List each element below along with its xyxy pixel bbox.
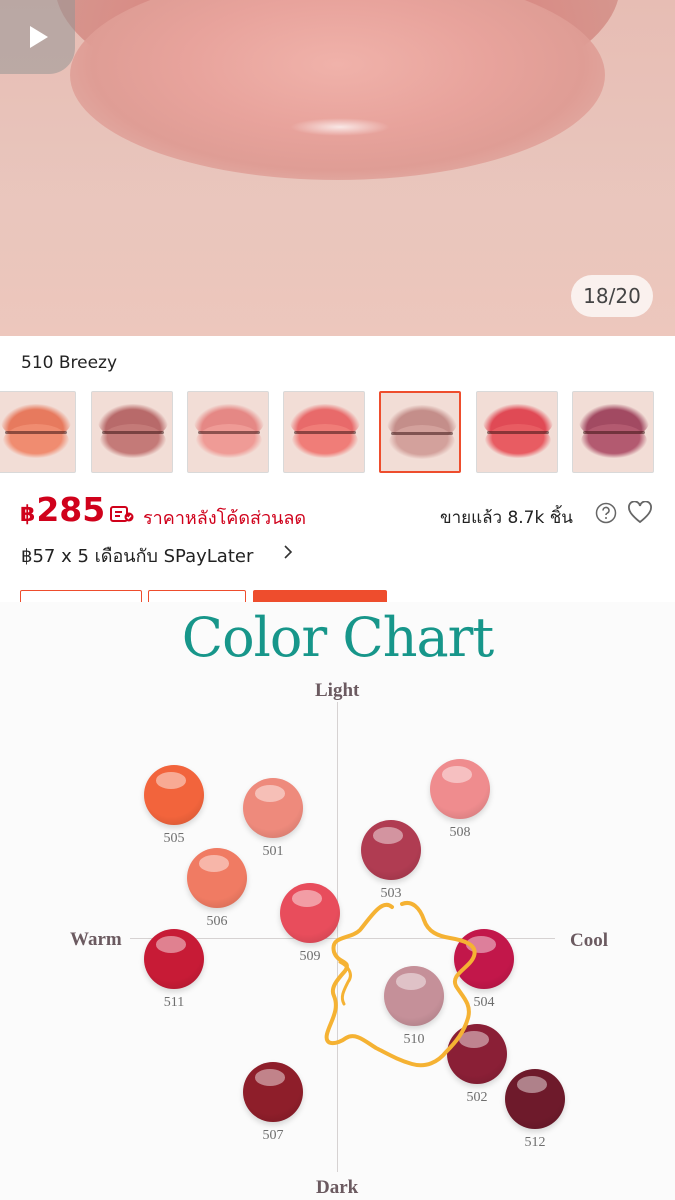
shade-code-505: 505 [163,831,185,846]
shade-dot-505 [144,765,204,825]
shade-dot-506 [187,848,247,908]
axis-label-dark: Dark [316,1177,359,1198]
swatch-lip-lower [100,424,166,458]
heart-icon[interactable] [627,501,653,525]
shade-dot-507 [243,1062,303,1122]
play-icon [29,26,48,48]
chart-axis-vertical [337,702,338,1172]
variant-swatch-selected[interactable] [379,391,461,473]
swatch-lip-line [198,431,260,434]
variant-swatch[interactable] [0,391,76,473]
swatch-lip-lower [389,425,455,459]
swatch-lip-line [487,431,549,434]
axis-label-cool: Cool [570,930,608,951]
swatch-lip-line [5,431,67,434]
shade-dot-501 [243,778,303,838]
lip-lower [70,0,605,180]
spaylater-installment[interactable]: ฿57 x 5 เดือนกับ SPayLater [21,541,253,570]
sold-count: ขายแล้ว 8.7k ชิ้น [440,508,573,528]
skin-shade [0,170,675,336]
chevron-right-icon[interactable] [282,543,294,561]
swatch-lip-lower [292,424,358,458]
swatch-lip-lower [581,424,647,458]
product-price: ฿ 285 [20,490,105,529]
shade-code-502: 502 [466,1090,488,1105]
shade-code-512: 512 [524,1135,546,1150]
shade-dot-508 [430,759,490,819]
variant-swatch[interactable] [91,391,173,473]
image-counter: 18/20 [571,275,653,317]
shade-code-504: 504 [473,995,495,1010]
swatch-lip-lower [485,424,551,458]
shade-dot-503 [361,820,421,880]
shade-code-508: 508 [449,825,471,840]
promo-badge[interactable] [148,590,246,602]
promo-badge[interactable] [20,590,142,602]
promo-badge[interactable] [253,590,387,602]
shade-code-506: 506 [206,914,228,929]
play-video-button[interactable] [0,0,75,74]
shade-code-510: 510 [403,1032,425,1047]
product-image[interactable]: 18/20 [0,0,675,336]
after-discount-label: ราคาหลังโค้ดส่วนลด [143,508,307,529]
swatch-lip-line [583,431,645,434]
shade-dot-510 [384,966,444,1026]
shade-code-501: 501 [262,844,284,859]
axis-label-warm: Warm [70,929,122,950]
swatch-lip-line [391,432,453,435]
variant-swatch[interactable] [283,391,365,473]
help-icon[interactable] [595,502,617,524]
axis-label-light: Light [315,680,360,701]
swatch-lip-line [102,431,164,434]
shade-code-503: 503 [380,886,402,901]
shade-code-507: 507 [262,1128,284,1143]
price-currency: ฿ [20,502,36,527]
chart-title: Color Chart [181,606,494,669]
swatch-lip-lower [3,424,69,458]
shade-code-511: 511 [163,995,185,1010]
swatch-lip-lower [196,424,262,458]
coupon-icon [110,506,134,522]
shade-dot-509 [280,883,340,943]
variant-swatch[interactable] [572,391,654,473]
shade-dot-511 [144,929,204,989]
variant-swatch[interactable] [476,391,558,473]
shade-dot-504 [454,929,514,989]
variant-swatch[interactable] [187,391,269,473]
shade-dot-502 [447,1024,507,1084]
swatch-lip-line [294,431,356,434]
selected-variant-name: 510 Breezy [21,353,118,373]
shade-code-509: 509 [299,949,321,964]
shade-dot-512 [505,1069,565,1129]
price-amount: 285 [36,490,106,529]
variant-swatch-list [0,391,675,473]
lip-gloss-highlight [290,118,390,136]
color-chart-image: Color Chart Light Dark Warm Cool 505 501 5… [0,602,675,1200]
promo-badge-row [0,588,675,602]
